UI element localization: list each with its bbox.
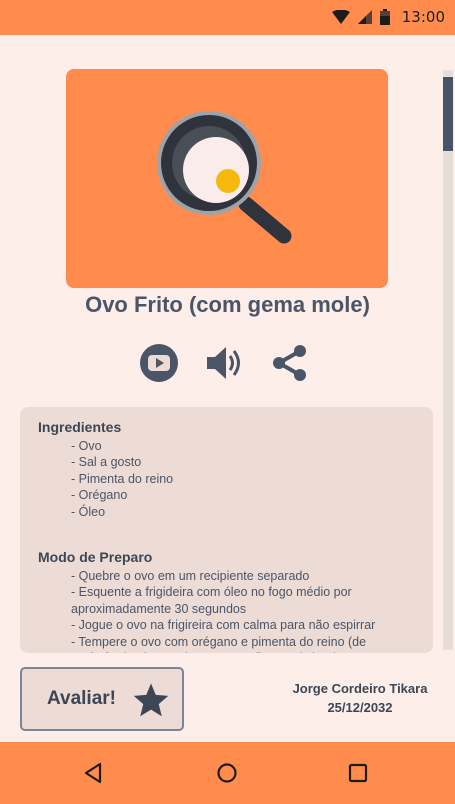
preparation-title: Modo de Preparo xyxy=(38,549,153,566)
rate-button[interactable]: Avaliar! xyxy=(20,667,184,731)
audio-button[interactable] xyxy=(204,342,246,384)
recipe-date: 25/12/2032 xyxy=(327,700,393,715)
home-button[interactable] xyxy=(211,757,243,789)
battery-icon xyxy=(379,9,390,25)
list-item: - Óleo xyxy=(71,504,106,519)
list-item: - Esquente a frigideira com óleo no fogo… xyxy=(71,585,352,616)
list-item: - Ovo xyxy=(71,439,102,453)
list-item: - Jogue o ovo na frigireira com calma pa… xyxy=(71,618,376,633)
youtube-button[interactable] xyxy=(138,342,180,384)
status-time: 13:00 xyxy=(401,8,445,26)
frying-pan-egg-icon xyxy=(157,111,292,244)
rate-label: Avaliar! xyxy=(47,688,116,709)
share-button[interactable] xyxy=(269,342,311,384)
list-item: - Tempere o ovo com orégano e pimenta do… xyxy=(71,634,367,653)
list-item: - Sal a gosto xyxy=(71,455,142,470)
ingredients-list: - Ovo - Sal a gosto - Pimenta do reino -… xyxy=(38,438,417,520)
status-bar: 13:00 xyxy=(0,0,455,35)
recents-button[interactable] xyxy=(342,757,374,789)
scrollbar-thumb[interactable] xyxy=(443,77,453,151)
preparation-list: - Quebre o ovo em um recipiente separado… xyxy=(38,568,417,653)
signal-icon xyxy=(357,10,372,24)
action-row xyxy=(138,342,310,386)
author-info: Jorge Cordeiro Tikara 25/12/2032 xyxy=(270,679,450,717)
list-item: - Quebre o ovo em um recipiente separado xyxy=(71,569,310,584)
star-icon xyxy=(133,683,169,717)
status-icons: 13:00 xyxy=(331,6,445,28)
home-icon xyxy=(217,763,237,783)
back-button[interactable] xyxy=(77,757,109,789)
scrollbar-track[interactable] xyxy=(443,70,453,650)
author-name: Jorge Cordeiro Tikara xyxy=(292,681,428,696)
wifi-icon xyxy=(331,10,350,24)
youtube-icon xyxy=(140,344,178,382)
recipe-title: Ovo Frito (com gema mole) xyxy=(85,292,370,317)
navigation-bar xyxy=(0,742,455,804)
list-item: - Pimenta do reino xyxy=(71,471,174,486)
share-icon xyxy=(273,345,306,381)
recents-icon xyxy=(348,763,368,783)
recipe-card[interactable]: Ingredientes - Ovo - Sal a gosto - Pimen… xyxy=(20,407,433,653)
back-icon xyxy=(84,762,102,784)
recipe-image xyxy=(66,69,388,288)
speaker-icon xyxy=(207,347,240,379)
ingredients-title: Ingredientes xyxy=(38,419,122,435)
list-item: - Orégano xyxy=(71,488,128,503)
